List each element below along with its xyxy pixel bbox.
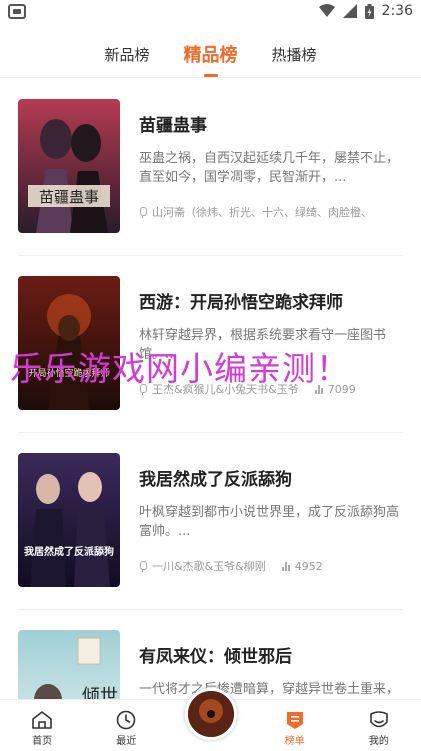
nav-ranking[interactable]: 榜单 (253, 700, 337, 751)
book-cover[interactable]: 我居然成了反派舔狗 (18, 453, 120, 587)
bar-chart-icon (281, 561, 290, 571)
now-playing-disc[interactable] (184, 688, 237, 740)
nav-profile[interactable]: 我的 (337, 700, 421, 751)
nav-home-label: 首页 (32, 736, 53, 747)
status-time: 2:36 (381, 3, 413, 19)
battery-icon (364, 3, 374, 19)
book-item[interactable]: 苗疆蛊事 苗疆蛊事 巫蛊之祸，自西汉起延续几千年，屡禁不止，直至如今，国学凋零，… (18, 79, 403, 256)
status-bar: 2:36 (0, 0, 421, 22)
book-description: 巫蛊之祸，自西汉起延续几千年，屡禁不止，直至如今，国学凋零，民智渐开，... (139, 151, 400, 185)
microphone-icon (139, 206, 147, 218)
profile-icon (368, 710, 390, 730)
svg-text:倾世: 倾世 (82, 686, 118, 699)
tab-premium[interactable]: 精品榜 (184, 30, 238, 67)
watermark-text: 乐乐游戏网小编亲测！ (10, 349, 350, 388)
nav-home[interactable]: 首页 (0, 700, 84, 751)
nav-recent[interactable]: 最近 (84, 700, 168, 751)
book-authors: 山河斋（徐炜、折光、十六、绿绮、肉脸橙、 (152, 206, 372, 219)
book-title[interactable]: 西游：开局孙悟空跪求拜师 (139, 288, 343, 313)
book-item[interactable]: 我居然成了反派舔狗 我居然成了反派舔狗 叶枫穿越到都市小说世界里，成了反派舔狗高… (18, 433, 403, 610)
home-icon (31, 710, 53, 730)
book-title[interactable]: 有凤来仪：倾世邪后 (139, 642, 292, 667)
book-title[interactable]: 苗疆蛊事 (139, 111, 207, 136)
book-item[interactable]: 倾世 有凤来仪：倾世邪后 一代将才之后惨遭暗算，穿越异世卷土重来，亲自…… (18, 610, 403, 699)
play-count: 4952 (281, 559, 323, 573)
nav-profile-label: 我的 (368, 736, 389, 747)
svg-text:我居然成了反派舔狗: 我居然成了反派舔狗 (24, 545, 114, 558)
tab-hot[interactable]: 热播榜 (272, 30, 317, 65)
book-description: 一代将才之后惨遭暗算，穿越异世卷土重来，亲自…… (139, 682, 400, 697)
book-cover[interactable]: 苗疆蛊事 (18, 99, 120, 233)
ranking-icon (284, 710, 306, 730)
clock-icon (115, 710, 137, 730)
book-meta: 一川&杰歌&玉爷&柳刚 4952 (139, 558, 401, 574)
ranking-tabs: 新品榜 精品榜 热播榜 (0, 30, 421, 78)
book-description: 叶枫穿越到都市小说世界里，成了反派舔狗高富帅。... (139, 505, 400, 539)
book-cover[interactable]: 倾世 (18, 630, 120, 699)
nav-ranking-label: 榜单 (284, 736, 305, 747)
book-title[interactable]: 我居然成了反派舔狗 (139, 465, 292, 490)
bottom-nav: 首页 最近 榜单 我的 (0, 688, 421, 751)
play-count-value: 4952 (294, 559, 323, 573)
svg-text:苗疆蛊事: 苗疆蛊事 (39, 188, 99, 206)
book-meta: 山河斋（徐炜、折光、十六、绿绮、肉脸橙、 (139, 204, 401, 220)
wifi-icon (318, 4, 335, 18)
microphone-icon (139, 560, 147, 572)
notification-icon (8, 3, 26, 19)
nav-recent-label: 最近 (116, 736, 137, 747)
tab-new[interactable]: 新品榜 (104, 30, 149, 65)
signal-icon (342, 4, 357, 18)
player-slot (168, 688, 252, 751)
book-authors: 一川&杰歌&玉爷&柳刚 (152, 560, 266, 573)
